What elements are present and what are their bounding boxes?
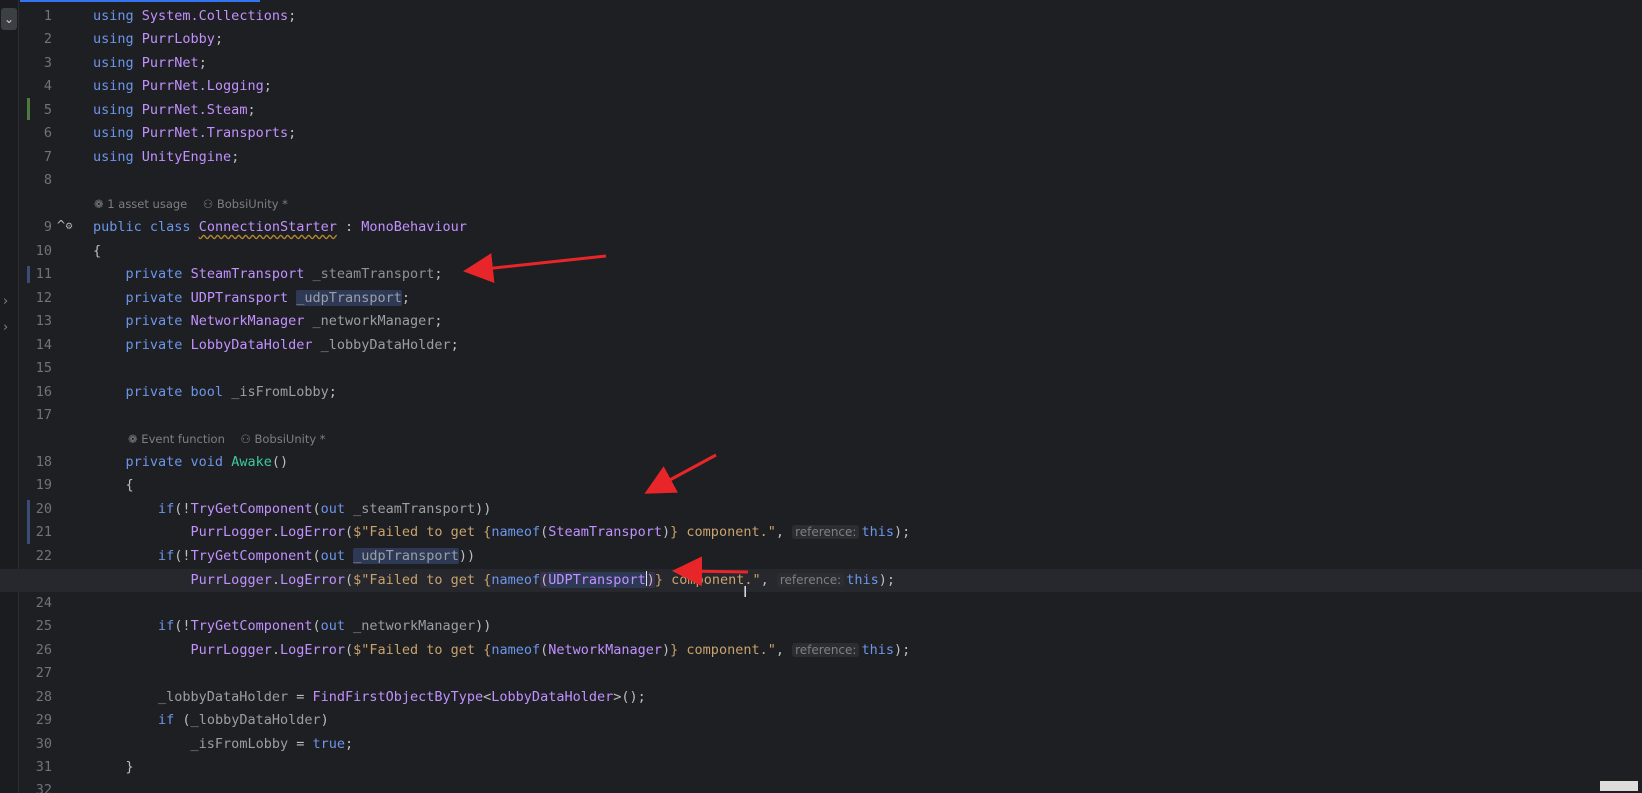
annotation-layer xyxy=(463,253,749,587)
code-editor-window: ⌄ › › ^ ⚙ ⚙ 1 2 3 4 5 6 7 8 9 10 11 12 1… xyxy=(0,0,1642,793)
annotation-arrow xyxy=(672,556,749,587)
status-indicator xyxy=(1600,781,1638,791)
annotation-arrow xyxy=(644,453,717,494)
mouse-ibeam-cursor: I xyxy=(743,583,748,601)
annotation-arrow xyxy=(463,253,607,284)
